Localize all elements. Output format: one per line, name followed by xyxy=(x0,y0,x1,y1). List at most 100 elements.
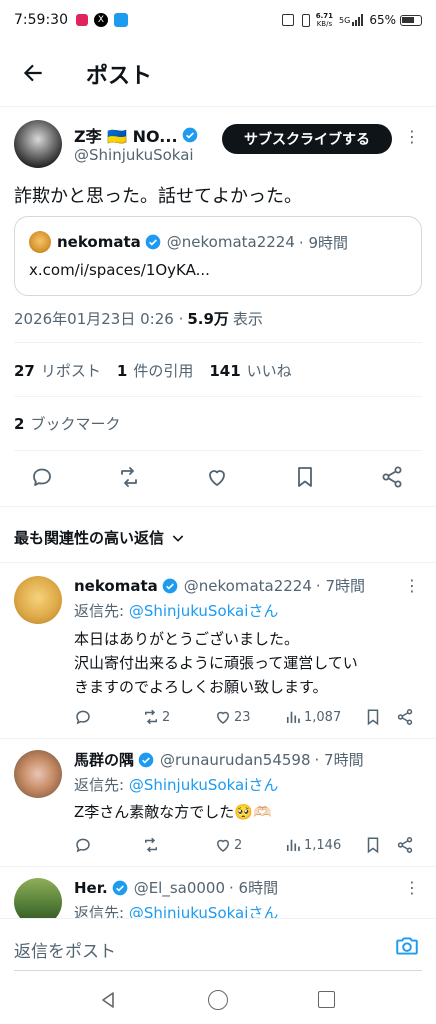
post-meta: 2026年01月23日 0:26 · 5.9万 表示 xyxy=(14,308,263,329)
reposts-count[interactable]: 27 xyxy=(14,362,35,380)
replies-sort-label: 最も関連性の高い返信 xyxy=(14,529,165,547)
views-button[interactable]: 1,146 xyxy=(284,836,364,854)
author-name-row[interactable]: Z李 🇺🇦 NO... xyxy=(74,123,198,147)
likes-label[interactable]: いいね xyxy=(247,360,292,381)
verified-badge-icon xyxy=(182,127,197,143)
more-options-icon[interactable]: ⋮ xyxy=(402,129,422,145)
status-time: 7:59:30 xyxy=(14,12,68,28)
verified-badge-icon xyxy=(112,880,128,895)
reply-to-line: 返信先: @ShinjukuSokaiさん xyxy=(74,902,278,918)
nav-back-button[interactable] xyxy=(98,990,118,1014)
repost-icon xyxy=(121,467,137,487)
repost-button[interactable] xyxy=(142,836,214,854)
reply-text: Z李さん素敵な方でした🥺🫶🏻 xyxy=(74,803,272,821)
repost-button[interactable]: 2 xyxy=(142,708,214,726)
bookmark-icon xyxy=(367,837,379,854)
reply-icon xyxy=(76,838,90,853)
reply-avatar[interactable] xyxy=(14,878,62,918)
reply-text: 本日はありがとうございました。 沢山寄付出来るように頑張って運営してい きますの… xyxy=(74,630,358,696)
verified-badge-icon xyxy=(138,752,154,767)
battery-percent: 65% xyxy=(369,13,396,27)
bookmark-divider xyxy=(14,450,422,451)
like-button[interactable]: 2 xyxy=(214,836,284,854)
back-arrow-icon xyxy=(23,64,42,82)
reply-button[interactable] xyxy=(74,836,142,854)
bookmark-stats: 2 ブックマーク xyxy=(14,413,120,434)
bookmarks-label[interactable]: ブックマーク xyxy=(30,413,120,434)
reply-author-handle: @runaurudan54598 xyxy=(160,750,311,769)
quoted-post[interactable]: nekomata @nekomata2224 · 9時間 x.com/i/spa… xyxy=(14,216,422,296)
reply-actions: 2 23 1,087 xyxy=(74,708,420,726)
back-button[interactable] xyxy=(20,60,46,86)
view-label: 表示 xyxy=(232,310,263,328)
quote-avatar xyxy=(29,231,51,253)
reply-card[interactable]: 馬群の隅 @runaurudan54598 · 7時間 返信先: @Shinju… xyxy=(0,738,436,866)
meta-divider xyxy=(14,342,422,343)
subscribe-button[interactable]: サブスクライブする xyxy=(222,124,392,154)
repost-count: 2 xyxy=(162,709,171,725)
reply-to-link[interactable]: @ShinjukuSokaiさん xyxy=(129,776,279,794)
author-avatar[interactable] xyxy=(14,120,62,168)
bookmark-button[interactable] xyxy=(364,708,396,726)
like-button[interactable] xyxy=(205,465,229,489)
quotes-label[interactable]: 件の引用 xyxy=(133,360,193,381)
camera-button[interactable] xyxy=(394,933,420,963)
replies-sort-dropdown[interactable]: 最も関連性の高い返信 xyxy=(14,527,186,548)
likes-count[interactable]: 141 xyxy=(209,362,240,380)
reply-to-line: 返信先: @ShinjukuSokaiさん xyxy=(74,776,279,794)
triangle-back-icon xyxy=(102,992,114,1008)
verified-badge-icon xyxy=(145,234,161,250)
bookmark-icon xyxy=(298,467,312,487)
share-button[interactable] xyxy=(396,708,420,726)
repost-button[interactable] xyxy=(117,465,141,489)
header-divider xyxy=(0,106,436,107)
author-handle[interactable]: @ShinjukuSokai xyxy=(74,146,194,164)
bookmark-button[interactable] xyxy=(293,465,317,489)
reply-to-link[interactable]: @ShinjukuSokaiさん xyxy=(129,904,279,918)
reply-icon xyxy=(76,710,90,725)
share-button[interactable] xyxy=(380,465,404,489)
nav-recents-button[interactable] xyxy=(318,991,335,1008)
stats-divider xyxy=(14,396,422,397)
reply-button[interactable] xyxy=(74,708,142,726)
app-notification-icon xyxy=(75,14,88,26)
reply-actions: 2 1,146 xyxy=(74,836,420,854)
reply-card[interactable]: Her. @El_sa0000 · 6時間 ⋮ 返信先: @ShinjukuSo… xyxy=(0,866,436,918)
quote-text: x.com/i/spaces/1OyKA... xyxy=(29,261,210,279)
share-button[interactable] xyxy=(396,836,420,854)
signal-icon xyxy=(352,14,364,26)
quotes-count[interactable]: 1 xyxy=(117,362,127,380)
reply-avatar[interactable] xyxy=(14,750,62,798)
battery-icon xyxy=(400,14,422,26)
quote-time: · 9時間 xyxy=(298,233,348,252)
bookmark-button[interactable] xyxy=(364,836,396,854)
settings-app-icon xyxy=(113,13,128,27)
subscribe-label: サブスクライブする xyxy=(244,132,370,148)
reply-icon xyxy=(33,468,51,486)
quote-author-name: nekomata xyxy=(57,233,141,251)
views-button[interactable]: 1,087 xyxy=(284,708,364,726)
nfc-icon xyxy=(281,14,294,26)
bookmark-icon xyxy=(367,709,379,726)
reply-author-name: nekomata xyxy=(74,576,158,595)
reply-card[interactable]: nekomata @nekomata2224 · 7時間 ⋮ 返信先: @Shi… xyxy=(0,562,436,738)
heart-icon xyxy=(216,711,230,724)
like-button[interactable]: 23 xyxy=(214,708,284,726)
post-datetime: 2026年01月23日 0:26 · xyxy=(14,310,184,328)
reposts-label[interactable]: リポスト xyxy=(41,360,101,381)
reply-time: · 6時間 xyxy=(229,879,279,897)
view-count: 5.9万 xyxy=(187,310,229,328)
more-options-icon[interactable]: ⋮ xyxy=(402,880,422,896)
reply-button[interactable] xyxy=(30,465,54,489)
bookmarks-count[interactable]: 2 xyxy=(14,415,24,433)
like-count: 23 xyxy=(234,709,251,725)
more-options-icon[interactable]: ⋮ xyxy=(402,578,422,594)
nav-home-button[interactable] xyxy=(208,990,228,1010)
reply-avatar[interactable] xyxy=(14,576,62,624)
reply-author-name: 馬群の隅 xyxy=(74,751,135,769)
reply-input[interactable]: 返信をポスト xyxy=(14,937,116,962)
x-app-icon: X xyxy=(93,13,108,27)
repost-icon xyxy=(145,837,157,853)
views-count: 1,087 xyxy=(304,709,342,725)
reply-to-link[interactable]: @ShinjukuSokaiさん xyxy=(129,602,279,620)
